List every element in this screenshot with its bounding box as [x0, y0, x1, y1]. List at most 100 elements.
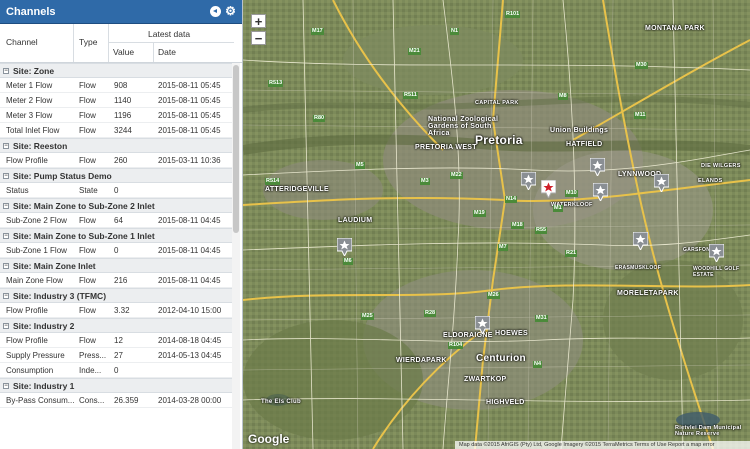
site-marker[interactable]: [521, 172, 536, 190]
channel-type: Flow: [79, 156, 96, 165]
table-row[interactable]: Flow Profile Flow 3.32 2012-04-10 15:00: [0, 303, 232, 318]
collapse-icon[interactable]: −: [3, 322, 9, 329]
zoom-out-button[interactable]: −: [251, 31, 266, 45]
collapse-icon[interactable]: −: [3, 142, 9, 149]
site-group-header[interactable]: − Site: Reeston: [0, 138, 232, 153]
road-shield: R513: [268, 80, 284, 87]
place-label: PRETORIA WEST: [415, 144, 477, 151]
road-shield: R511: [403, 92, 418, 99]
place-label: The Els Club: [261, 399, 301, 405]
place-label: ELANDS: [698, 178, 723, 184]
channel-type: Cons...: [79, 396, 105, 405]
google-logo[interactable]: Google: [248, 432, 289, 446]
channel-value: 908: [114, 81, 128, 90]
table-row[interactable]: Main Zone Flow Flow 216 2015-08-11 04:45: [0, 273, 232, 288]
channel-name: Total Inlet Flow: [6, 126, 60, 135]
channel-type: Press...: [79, 351, 107, 360]
panel-header: Channels ⚙: [0, 0, 242, 24]
collapse-icon[interactable]: −: [3, 382, 9, 389]
site-group-header[interactable]: − Site: Industry 3 (TFMC): [0, 288, 232, 303]
channel-name: Meter 1 Flow: [6, 81, 53, 90]
channel-type: Flow: [79, 111, 96, 120]
collapse-icon[interactable]: −: [3, 292, 9, 299]
scrollbar[interactable]: [232, 63, 240, 449]
table-row[interactable]: Total Inlet Flow Flow 3244 2015-08-11 05:45: [0, 123, 232, 138]
road-shield: M10: [565, 190, 578, 197]
channel-date: 2014-08-18 04:45: [158, 336, 222, 345]
table-row[interactable]: Sub-Zone 2 Flow Flow 64 2015-08-11 04:45: [0, 213, 232, 228]
gear-icon[interactable]: ⚙: [225, 5, 236, 17]
table-row[interactable]: Sub-Zone 1 Flow Flow 0 2015-08-11 04:45: [0, 243, 232, 258]
site-marker[interactable]: [709, 244, 724, 262]
table-row[interactable]: Meter 1 Flow Flow 908 2015-08-11 05:45: [0, 78, 232, 93]
channel-table-body: − Site: Zone Meter 1 Flow Flow 908 2015-08-11…: [0, 63, 232, 408]
site-marker[interactable]: [633, 232, 648, 250]
place-label: Centurion: [476, 353, 526, 364]
map-view[interactable]: + − Pretoria PRETORIA WEST HATFIELD LYNN…: [243, 0, 750, 449]
site-group-header[interactable]: − Site: Pump Status Demo: [0, 168, 232, 183]
place-label: National Zoological Gardens of South Afr…: [428, 116, 499, 137]
site-group-header[interactable]: − Site: Main Zone Inlet: [0, 258, 232, 273]
site-group-header[interactable]: − Site: Main Zone to Sub-Zone 1 Inlet: [0, 228, 232, 243]
site-group-label: Site: Main Zone Inlet: [13, 260, 96, 271]
site-group-label: Site: Reeston: [13, 140, 68, 151]
channel-date: 2014-05-13 04:45: [158, 351, 222, 360]
table-row[interactable]: Flow Profile Flow 260 2015-03-11 10:36: [0, 153, 232, 168]
table-row[interactable]: By-Pass Consum... Cons... 26.359 2014-03-28…: [0, 393, 232, 408]
table-row[interactable]: Meter 3 Flow Flow 1196 2015-08-11 05:45: [0, 108, 232, 123]
channel-value: 0: [114, 246, 119, 255]
table-row[interactable]: Meter 2 Flow Flow 1140 2015-08-11 05:45: [0, 93, 232, 108]
site-marker[interactable]: [654, 174, 669, 192]
site-group-header[interactable]: − Site: Industry 1: [0, 378, 232, 393]
place-label: MORELETAPARK: [617, 290, 679, 297]
site-group-header[interactable]: − Site: Main Zone to Sub-Zone 2 Inlet: [0, 198, 232, 213]
road-shield: R514: [265, 178, 281, 185]
column-header-date[interactable]: Date: [158, 47, 176, 57]
column-header-type[interactable]: Type: [79, 37, 97, 47]
channel-type: Flow: [79, 81, 96, 90]
collapse-icon[interactable]: −: [3, 172, 9, 179]
road-shield: R21: [565, 250, 578, 257]
place-label: MONTANA PARK: [645, 25, 705, 32]
site-group-label: Site: Main Zone to Sub-Zone 2 Inlet: [13, 200, 155, 211]
collapse-panel-icon[interactable]: [210, 6, 221, 17]
channel-value: 12: [114, 336, 123, 345]
channel-name: Supply Pressure: [6, 351, 65, 360]
column-header-value[interactable]: Value: [113, 47, 134, 57]
collapse-icon[interactable]: −: [3, 202, 9, 209]
channel-name: Sub-Zone 2 Flow: [6, 216, 67, 225]
divider: [108, 24, 109, 62]
site-marker[interactable]: [337, 238, 352, 256]
site-group-header[interactable]: − Site: Zone: [0, 63, 232, 78]
channel-date: 2015-08-11 04:45: [158, 216, 221, 225]
table-row[interactable]: Flow Profile Flow 12 2014-08-18 04:45: [0, 333, 232, 348]
table-row[interactable]: Supply Pressure Press... 27 2014-05-13 04:4…: [0, 348, 232, 363]
site-group-label: Site: Zone: [13, 65, 55, 76]
channel-name: Flow Profile: [6, 336, 48, 345]
collapse-icon[interactable]: −: [3, 232, 9, 239]
zoom-in-button[interactable]: +: [251, 14, 266, 28]
collapse-icon[interactable]: −: [3, 262, 9, 269]
road-shield: M31: [535, 315, 548, 322]
road-shield: M8: [558, 93, 568, 100]
column-header-latest: Latest data: [148, 29, 191, 39]
place-label: HOEWES: [495, 330, 528, 337]
site-group-header[interactable]: − Site: Industry 2: [0, 318, 232, 333]
site-marker[interactable]: [590, 158, 605, 176]
place-label: Rietvlei Dam Municipal Nature Reserve: [675, 425, 742, 437]
road-shield: M7: [498, 244, 508, 251]
map-attribution[interactable]: Map data ©2015 AfriGIS (Pty) Ltd, Google…: [455, 441, 750, 449]
channel-date: 2015-08-11 04:45: [158, 246, 221, 255]
road-shield: M25: [361, 313, 374, 320]
scrollbar-thumb[interactable]: [233, 65, 239, 233]
channel-name: Sub-Zone 1 Flow: [6, 246, 67, 255]
site-marker[interactable]: [475, 316, 490, 334]
column-header-channel[interactable]: Channel: [6, 37, 38, 47]
collapse-icon[interactable]: −: [3, 67, 9, 74]
place-label: CAPITAL PARK: [475, 100, 519, 106]
table-row[interactable]: Consumption Inde... 0: [0, 363, 232, 378]
table-row[interactable]: Status State 0: [0, 183, 232, 198]
site-marker-active[interactable]: [541, 180, 556, 198]
site-marker[interactable]: [593, 183, 608, 201]
channel-value: 260: [114, 156, 128, 165]
